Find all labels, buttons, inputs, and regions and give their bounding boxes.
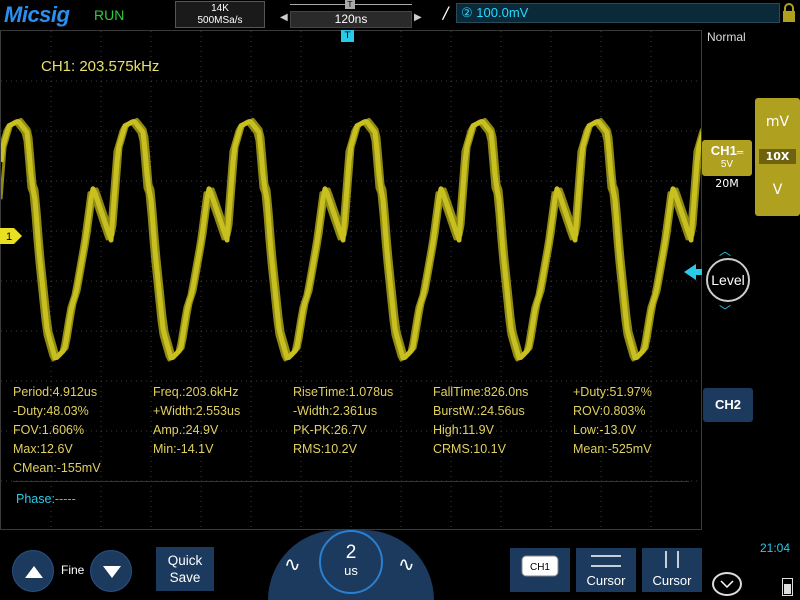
fine-label: Fine: [61, 563, 85, 577]
measurement-value[interactable]: CRMS:10.1V: [433, 442, 506, 456]
bottom-bar: Fine Quick Save ∿ 2 us ∿ CH1 Cursor Curs…: [0, 530, 800, 600]
ch2-button[interactable]: CH2: [703, 388, 753, 422]
top-bar: Micsig RUN 14K 500MSa/s T ◀ 120ns ▶ / ② …: [0, 0, 800, 30]
cursor-vertical-button[interactable]: Cursor: [642, 548, 702, 592]
lock-icon[interactable]: [782, 3, 796, 23]
rising-edge-icon: /: [443, 3, 449, 22]
vertical-cursor-icon: [665, 551, 679, 568]
waveform-display[interactable]: CH1: 203.575kHz Period:4.912us Freq.:203.…: [0, 30, 702, 530]
timebase-unit: us: [344, 563, 358, 578]
measurement-row: FOV:1.606% Amp.:24.9V PK-PK:26.7V High:11.9…: [13, 423, 701, 442]
measurement-value[interactable]: Low:-13.0V: [573, 423, 636, 437]
horizontal-cursor-icon: [591, 555, 621, 567]
measurement-value[interactable]: PK-PK:26.7V: [293, 423, 367, 437]
down-button[interactable]: [90, 550, 132, 592]
trigger-position-marker: T: [345, 0, 355, 9]
ch1-unit-panel[interactable]: mV 10X V: [755, 98, 800, 216]
chevron-down-icon: [720, 580, 734, 589]
ch1-chip-label: CH1: [530, 562, 550, 573]
trigger-level-box[interactable]: ② 100.0mV: [456, 3, 780, 23]
memory-depth: 14K: [211, 3, 229, 14]
measurement-value[interactable]: BurstW.:24.56us: [433, 404, 525, 418]
trigger-position[interactable]: 120ns: [290, 11, 412, 28]
measurement-value[interactable]: RMS:10.2V: [293, 442, 357, 456]
measurement-value[interactable]: FallTime:826.0ns: [433, 385, 528, 399]
triangle-down-icon: [103, 566, 121, 578]
measurement-row: CMean:-155mV: [13, 461, 701, 480]
chevron-right-icon[interactable]: ▶: [414, 12, 422, 23]
measurement-table[interactable]: Period:4.912us Freq.:203.6kHz RiseTime:1.0…: [13, 385, 701, 480]
ch1-scale: 5V: [720, 159, 734, 170]
measurement-value[interactable]: FOV:1.606%: [13, 423, 84, 437]
ch1-marker-label: 1: [6, 231, 12, 243]
quick-save-button[interactable]: Quick Save: [156, 547, 214, 591]
measurement-value[interactable]: Freq.:203.6kHz: [153, 385, 238, 399]
dc-coupling-icon: ═: [736, 147, 744, 157]
measurement-value[interactable]: RiseTime:1.078us: [293, 385, 393, 399]
measurement-value[interactable]: ROV:0.803%: [573, 404, 646, 418]
wave-wide-icon[interactable]: ∿: [398, 552, 415, 576]
measurement-value[interactable]: Amp.:24.9V: [153, 423, 218, 437]
acquisition-info[interactable]: 14K 500MSa/s: [175, 1, 265, 28]
cursor-label: Cursor: [586, 573, 626, 588]
phase-readout: Phase:-----: [16, 492, 76, 506]
ch1-chip-icon: CH1: [521, 555, 559, 577]
measurement-value[interactable]: CMean:-155mV: [13, 461, 101, 475]
trigger-level: 100.0mV: [476, 5, 529, 20]
chevron-down-icon[interactable]: ﹀: [719, 302, 731, 319]
up-button[interactable]: [12, 550, 54, 592]
quick-save-line1: Quick: [167, 553, 203, 568]
clock: 21:04: [760, 541, 791, 555]
measurement-value[interactable]: +Width:2.553us: [153, 404, 240, 418]
unit-mv-button[interactable]: mV: [755, 114, 800, 130]
triangle-up-icon: [25, 566, 43, 578]
battery-icon: [782, 578, 793, 596]
sample-rate: 500MSa/s: [197, 15, 243, 26]
measurement-row: -Duty:48.03% +Width:2.553us -Width:2.361us…: [13, 404, 701, 423]
timebase-value: 2: [345, 542, 357, 563]
ch1-offset-marker[interactable]: 1: [0, 228, 22, 244]
unit-v-button[interactable]: V: [755, 182, 800, 198]
measurement-value[interactable]: High:11.9V: [433, 423, 494, 437]
quick-save-line2: Save: [169, 570, 201, 585]
frequency-readout: CH1: 203.575kHz: [41, 58, 160, 75]
measurement-value[interactable]: Min:-14.1V: [153, 442, 213, 456]
brand-logo: Micsig: [4, 2, 70, 27]
trigger-time-marker[interactable]: T: [341, 30, 354, 42]
chevron-up-icon[interactable]: ︿: [719, 242, 731, 259]
timebase-display[interactable]: 2 us: [319, 530, 383, 594]
timebase-knob[interactable]: ∿ 2 us ∿: [268, 530, 434, 600]
ch1-bandwidth: 20M: [715, 177, 739, 190]
trigger-level-arrow-icon[interactable]: [684, 264, 702, 280]
cursor-horizontal-button[interactable]: Cursor: [576, 548, 636, 592]
wave-narrow-icon[interactable]: ∿: [284, 552, 301, 576]
level-knob[interactable]: Level: [706, 258, 750, 302]
measurement-value[interactable]: -Width:2.361us: [293, 404, 377, 418]
measurement-value[interactable]: -Duty:48.03%: [13, 404, 89, 418]
divider: [13, 481, 689, 482]
measurement-row: Period:4.912us Freq.:203.6kHz RiseTime:1.0…: [13, 385, 701, 404]
ch1-label: CH1: [710, 143, 737, 158]
menu-expand-button[interactable]: [712, 572, 742, 596]
measurement-value[interactable]: +Duty:51.97%: [573, 385, 652, 399]
measurement-value[interactable]: Mean:-525mV: [573, 442, 652, 456]
cursor-label: Cursor: [652, 573, 692, 588]
chevron-left-icon[interactable]: ◀: [280, 12, 288, 23]
probe-ratio[interactable]: 10X: [759, 149, 796, 164]
trigger-mode[interactable]: Normal: [707, 30, 746, 44]
ch1-button[interactable]: CH1═ 5V: [702, 140, 752, 176]
measurement-value[interactable]: Period:4.912us: [13, 385, 97, 399]
trigger-source: ②: [461, 5, 473, 20]
ch1-menu-button[interactable]: CH1: [510, 548, 570, 592]
measurement-value[interactable]: Max:12.6V: [13, 442, 73, 456]
run-state-indicator[interactable]: RUN: [94, 7, 124, 23]
measurement-row: Max:12.6V Min:-14.1V RMS:10.2V CRMS:10.1V Me…: [13, 442, 701, 461]
